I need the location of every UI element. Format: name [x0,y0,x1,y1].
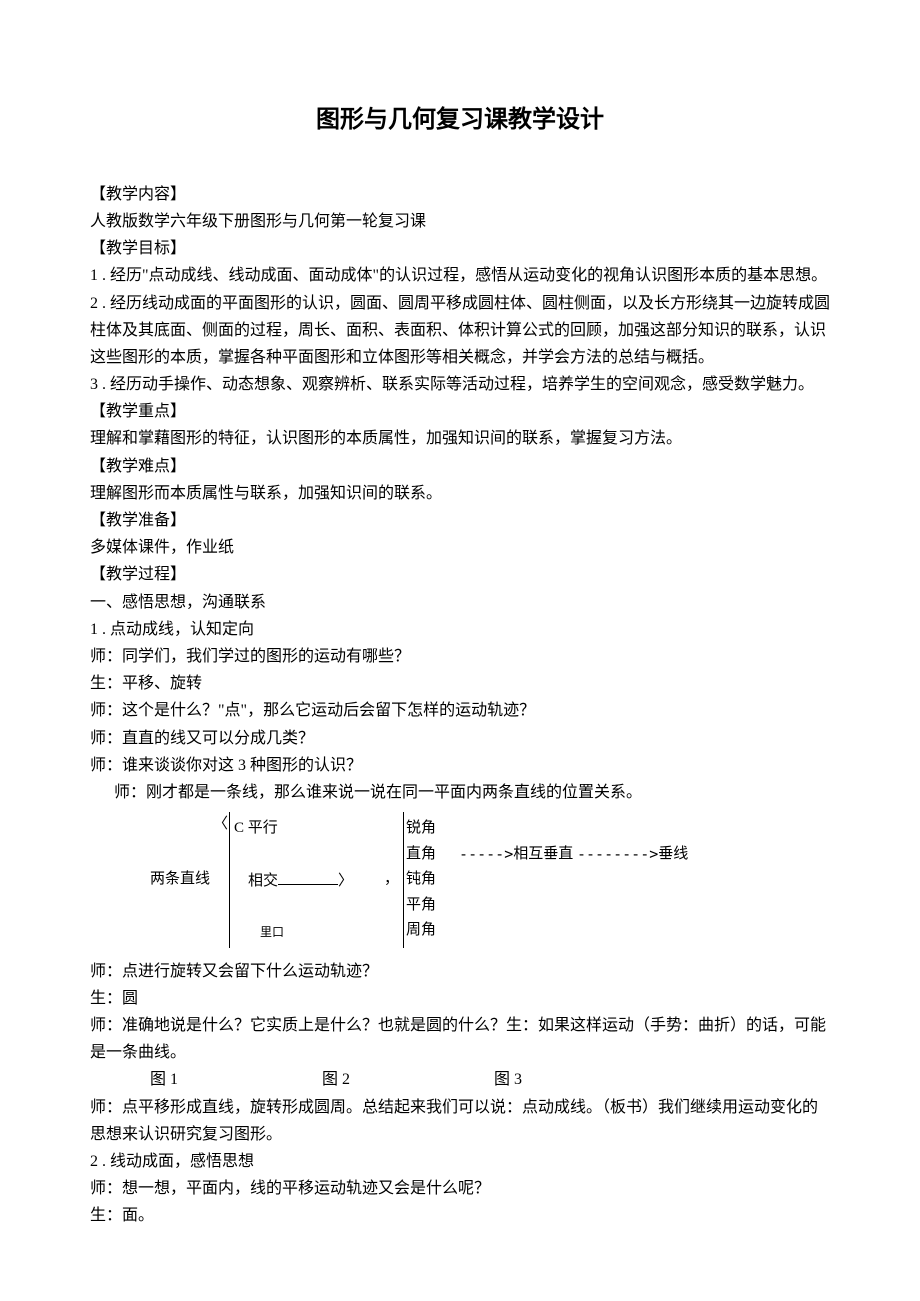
brace-comma: ， [380,812,403,948]
goal-item-2: 2 . 经历线动成面的平面图形的认识，圆面、圆周平移成圆柱体、圆柱侧面，以及长方… [90,290,830,372]
dialogue-teacher-8: 师：点平移形成直线，旋转形成圆周。总结起来我们可以说：点动成线。（板书）我们继续… [90,1094,830,1148]
dialogue-teacher-3: 师：直直的线又可以分成几类？ [90,725,830,752]
brace-bracket-left: 〈 [212,812,229,948]
dialogue-teacher-1: 师：同学们，我们学过的图形的运动有哪些？ [90,643,830,670]
figure-labels-row: 图 1 图 2 图 3 [90,1066,830,1093]
section-content-label: 【教学内容】 [90,181,830,208]
process-sub-1-2: 2 . 线动成面，感悟思想 [90,1148,830,1175]
perpendicular-label: 相互垂直 [513,842,573,868]
arrow-2: --------> [577,842,658,868]
section-difficulty-text: 理解图形而本质属性与联系，加强知识间的联系。 [90,480,830,507]
dialogue-teacher-2: 师：这个是什么？"点"，那么它运动后会留下怎样的运动轨迹？ [90,697,830,724]
figure-2-label: 图 2 [322,1066,350,1093]
section-process-label: 【教学过程】 [90,561,830,588]
parallel-label: C 平行 [230,816,380,842]
section-prep-label: 【教学准备】 [90,507,830,534]
figure-1-label: 图 1 [150,1066,178,1093]
section-goal-label: 【教学目标】 [90,235,830,262]
figure-3-label: 图 3 [494,1066,522,1093]
section-focus-label: 【教学重点】 [90,398,830,425]
two-lines-label: 两条直线 [150,812,212,948]
goal-item-1: 1 . 经历"点动成线、线动成面、面动成体"的认识过程，感悟从运动变化的视角认识… [90,262,830,289]
dialogue-teacher-5: 师：刚才都是一条线，那么谁来说一说在同一平面内两条直线的位置关系。 [90,779,830,806]
acute-angle-label: 锐角 [404,816,459,842]
section-focus-text: 理解和掌藉图形的特征，认识图形的本质属性，加强知识间的联系，掌握复习方法。 [90,425,830,452]
section-content-text: 人教版数学六年级下册图形与几何第一轮复习课 [90,208,830,235]
section-prep-text: 多媒体课件，作业纸 [90,534,830,561]
brace-diagram: 两条直线 〈 C 平行 相交〉 里口 ， 锐角 直角 -----> 相互垂直 -… [150,812,830,948]
arrow-1: -----> [459,842,513,868]
blank-line [278,884,338,885]
dialogue-student-3: 生：面。 [90,1202,830,1229]
process-sub-1-1: 1 . 点动成线，认知定向 [90,616,830,643]
dialogue-teacher-6: 师：点进行旋转又会留下什么运动轨迹？ [90,958,830,985]
dialogue-student-2: 生：圆 [90,985,830,1012]
vertical-line-label: 垂线 [658,842,688,868]
reflex-angle-label: 周角 [404,918,459,944]
page-title: 图形与几何复习课教学设计 [90,100,830,141]
overlap-label: 里口 [230,922,380,942]
intersect-label: 相交〉 [230,869,380,895]
obtuse-angle-label: 钝角 [404,867,459,893]
dialogue-teacher-4: 师：谁来谈谈你对这 3 种图形的认识？ [90,752,830,779]
dialogue-teacher-7: 师：准确地说是什么？它实质上是什么？也就是圆的什么？生：如果这样运动（手势：曲折… [90,1012,830,1066]
section-difficulty-label: 【教学难点】 [90,453,830,480]
goal-item-3: 3 . 经历动手操作、动态想象、观察辨析、联系实际等活动过程，培养学生的空间观念… [90,371,830,398]
straight-angle-label: 平角 [404,893,459,919]
right-angle-label: 直角 [404,842,459,868]
process-heading-1: 一、感悟思想，沟通联系 [90,589,830,616]
dialogue-student-1: 生：平移、旋转 [90,670,830,697]
dialogue-teacher-9: 师：想一想，平面内，线的平移运动轨迹又会是什么呢？ [90,1175,830,1202]
